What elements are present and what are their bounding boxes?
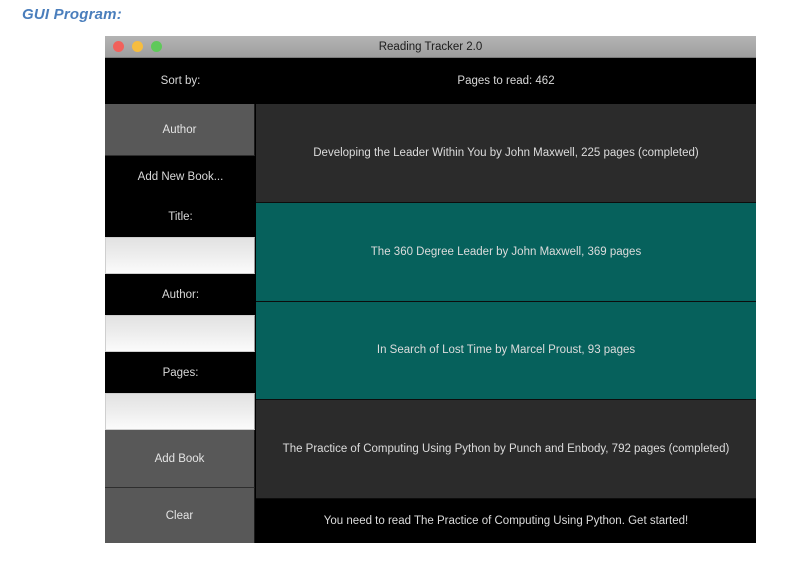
pages-field-label: Pages: [105, 353, 256, 393]
author-field-label: Author: [105, 275, 256, 315]
window-title: Reading Tracker 2.0 [378, 40, 483, 53]
sort-by-label: Sort by: [105, 58, 256, 104]
sidebar: Sort by: Author Add New Book... Title: A… [105, 58, 256, 543]
book-list-item[interactable]: The Practice of Computing Using Python b… [256, 400, 756, 499]
title-input[interactable] [105, 237, 255, 274]
title-field-label: Title: [105, 197, 256, 237]
book-list[interactable]: Developing the Leader Within You by John… [256, 104, 756, 499]
add-book-button[interactable]: Add Book [105, 430, 255, 488]
page-title: GUI Program: [22, 6, 122, 23]
window-title-bar[interactable]: Reading Tracker 2.0 [105, 36, 756, 58]
close-window-icon[interactable] [113, 41, 124, 52]
book-list-item[interactable]: Developing the Leader Within You by John… [256, 104, 756, 203]
author-input[interactable] [105, 315, 255, 352]
sort-by-dropdown[interactable]: Author [105, 104, 255, 156]
window-body: Sort by: Author Add New Book... Title: A… [105, 58, 756, 543]
status-message: You need to read The Practice of Computi… [256, 499, 756, 543]
add-new-book-label: Add New Book... [105, 157, 256, 197]
maximize-window-icon[interactable] [151, 41, 162, 52]
book-list-item[interactable]: The 360 Degree Leader by John Maxwell, 3… [256, 202, 756, 302]
app-window: Reading Tracker 2.0 Sort by: Author Add … [105, 36, 756, 543]
clear-button[interactable]: Clear [105, 488, 255, 543]
minimize-window-icon[interactable] [132, 41, 143, 52]
main-panel: Pages to read: 462 Developing the Leader… [256, 58, 756, 543]
pages-input[interactable] [105, 393, 255, 430]
book-list-item[interactable]: In Search of Lost Time by Marcel Proust,… [256, 301, 756, 401]
window-controls [113, 36, 162, 57]
pages-to-read-label: Pages to read: 462 [256, 58, 756, 104]
